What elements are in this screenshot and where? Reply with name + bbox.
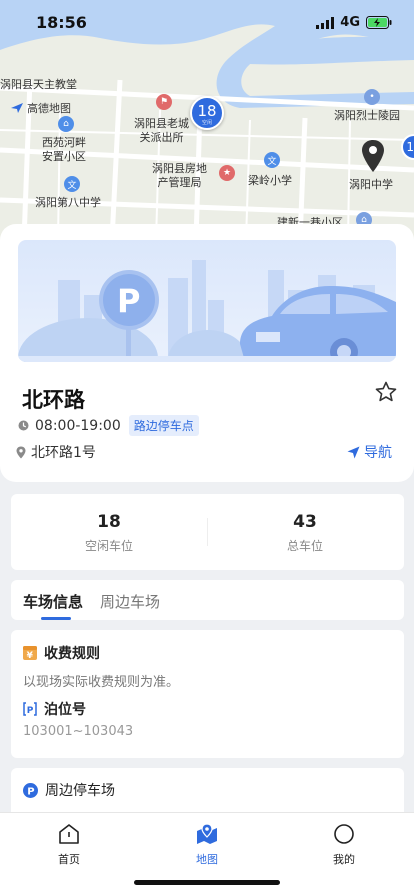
free-spaces-label: 空闲车位 [84,539,133,553]
berth-number-range: 103001~103043 [23,724,134,739]
amap-logo-text: 高德地图 [27,102,71,115]
amap-logo: 高德地图 [10,100,71,116]
tabbar-map[interactable]: 地图 [167,821,247,867]
network-type: 4G [340,15,360,30]
tabbar-map-label: 地图 [196,853,218,866]
nearby-lots-title: 周边停车场 [45,783,115,799]
map-pin-icon [197,823,217,844]
parking-address: 北环路1号 [31,445,96,461]
space-stats-card: 18 空闲车位 43 总车位 [11,494,404,570]
svg-text:P: P [27,706,34,716]
parking-marker[interactable]: 18 空闲 [190,96,224,130]
tab-nearby-lots[interactable]: 周边车场 [100,591,160,612]
nearby-lots-heading: P 周边停车场 [23,780,115,800]
government-poi-icon[interactable]: ★ [219,165,235,181]
map-label-wuyang-high: 涡阳中学 [349,178,393,191]
profile-icon [334,824,354,844]
residential-poi-icon[interactable]: ⌂ [58,116,74,132]
total-spaces-label: 总车位 [286,539,323,553]
police-poi-icon[interactable]: ⚑ [156,94,172,110]
status-time: 18:56 [36,13,87,32]
map-label-xiyuan: 西苑河畔 安置小区 [42,136,86,163]
parking-banner-illustration: P [18,240,396,362]
lot-info-card: ¥ 收费规则 以现场实际收费规则为准。 P 泊位号 103001~103043 [11,630,404,758]
tabbar-home-label: 首页 [58,853,80,866]
svg-text:¥: ¥ [27,651,34,660]
navigate-button[interactable]: 导航 [347,442,392,462]
map-label-church: 涡阳县天主教堂 [0,78,77,91]
home-indicator [134,880,280,885]
place-poi-icon[interactable]: • [364,89,380,105]
berth-icon: P [23,702,37,716]
free-spaces-value: 18 [97,512,121,532]
free-spaces-stat: 18 空闲车位 [11,512,207,554]
hours-row: 08:00-19:00 路边停车点 [18,415,199,436]
total-spaces-stat: 43 总车位 [207,512,403,554]
fee-icon: ¥ [23,646,37,660]
status-bar: 18:56 4G [0,0,414,44]
school-poi-icon-2[interactable]: 文 [264,152,280,168]
parking-marker-count: 18 [197,102,217,120]
location-icon [16,446,26,458]
parking-marker-sub: 空闲 [201,120,212,126]
svg-text:P: P [117,282,140,320]
favorite-star-icon[interactable] [374,380,398,404]
signal-icon [316,16,335,29]
address-row: 北环路1号 [16,442,96,462]
battery-charging-icon [366,16,392,29]
svg-text:P: P [27,786,34,797]
clock-icon [18,420,29,431]
active-tab-indicator [41,617,71,620]
parking-detail-card: P 北环路 08:00-19:00 路边停车点 北环路1号 导航 [0,224,414,482]
parking-circle-icon: P [23,782,38,798]
tabbar-mine[interactable]: 我的 [304,821,384,867]
map-label-school8: 涡阳第八中学 [35,196,101,209]
map-label-police: 涡阳县老城 关派出所 [134,117,189,144]
tab-lot-info[interactable]: 车场信息 [23,591,83,612]
fee-rules-title: 收费规则 [44,646,100,662]
opening-hours: 08:00-19:00 [35,417,121,434]
navigate-arrow-icon [347,446,360,458]
map-label-housing: 涡阳县房地 产管理局 [152,162,207,189]
tabbar-mine-label: 我的 [333,853,355,866]
parking-type-tag: 路边停车点 [128,415,199,436]
banner-art: P [18,260,396,362]
info-tabs: 车场信息 周边车场 [11,580,404,620]
navigate-label: 导航 [364,445,392,461]
total-spaces-value: 43 [293,512,317,532]
map-label-cemetery: 涡阳烈士陵园 [334,109,400,122]
location-pin-icon[interactable] [361,138,385,174]
home-icon [59,824,79,844]
fee-rules-text: 以现场实际收费规则为准。 [23,675,180,690]
tabbar-home[interactable]: 首页 [29,821,109,867]
map-label-liangling: 梁岭小学 [248,174,292,187]
fee-rules-heading: ¥ 收费规则 [23,643,100,663]
berth-number-title: 泊位号 [44,702,86,718]
berth-number-heading: P 泊位号 [23,699,86,719]
amap-arrow-icon [11,103,23,113]
parking-name: 北环路 [22,388,85,412]
school-poi-icon[interactable]: 文 [64,176,80,192]
